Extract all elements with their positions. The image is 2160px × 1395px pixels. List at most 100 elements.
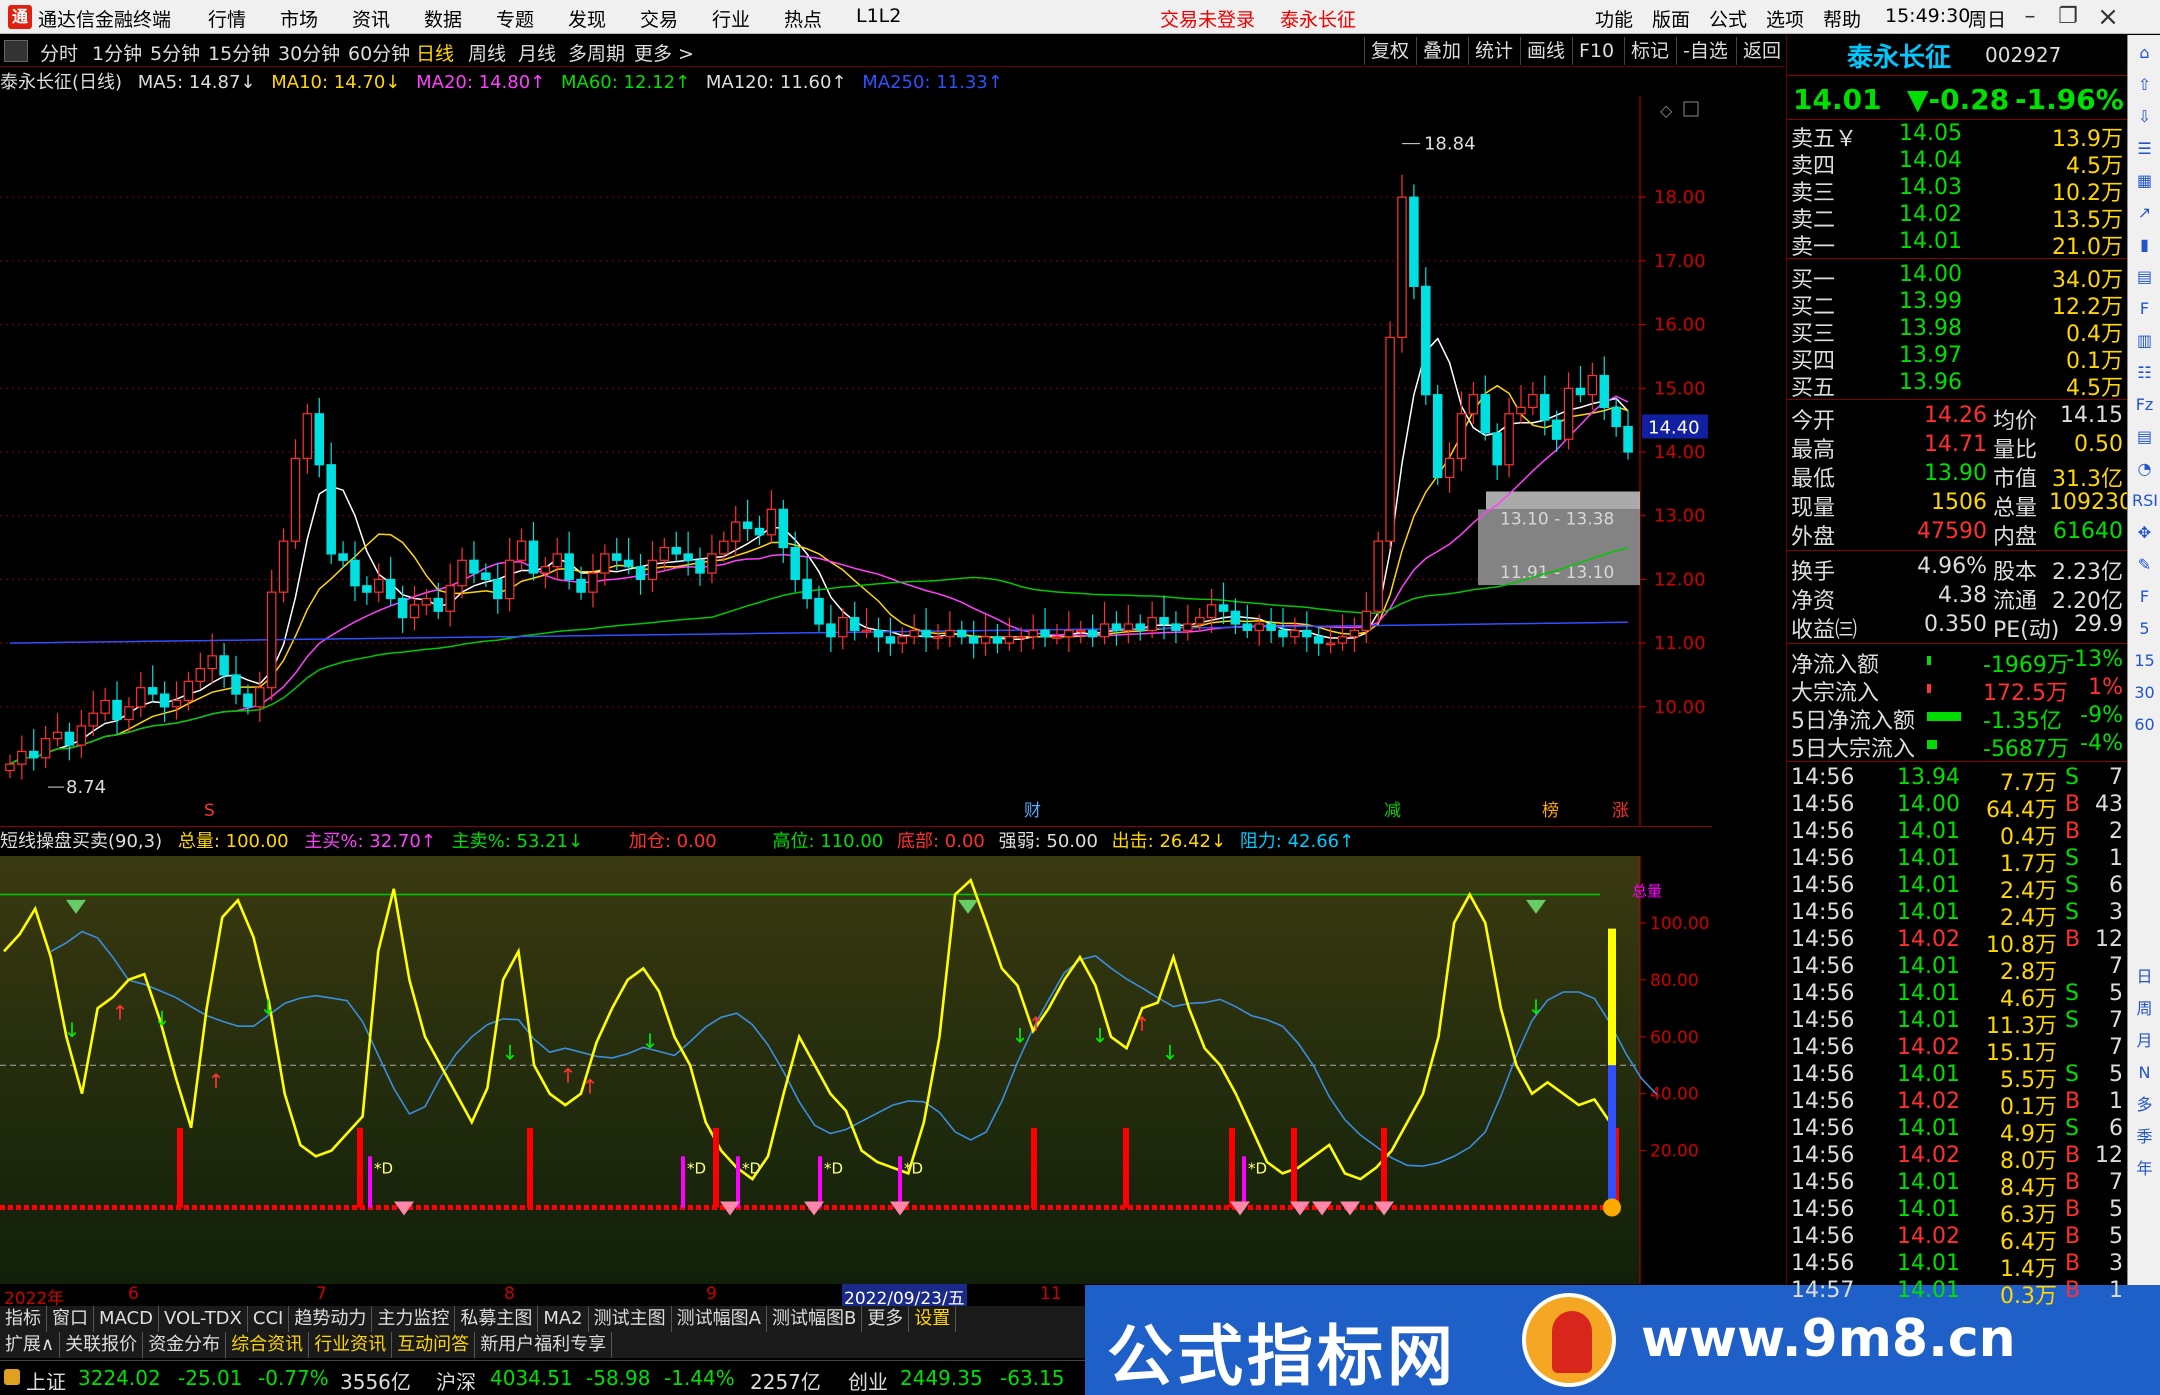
- tool-diejia[interactable]: 叠加: [1416, 37, 1467, 65]
- tab-zhibiao[interactable]: 指标: [0, 1306, 47, 1332]
- period-fenshi[interactable]: 分时: [40, 39, 78, 66]
- period-shortcut[interactable]: 季: [2132, 1125, 2157, 1149]
- menu-item-hangqing[interactable]: 行情: [208, 5, 246, 32]
- period-5min[interactable]: 5分钟: [150, 39, 200, 66]
- grid-icon[interactable]: ▤: [2132, 265, 2157, 289]
- num-30-icon[interactable]: 30: [2132, 681, 2157, 705]
- pen-icon[interactable]: ✎: [2132, 553, 2157, 577]
- indicator-chart[interactable]: 100.00 80.00 60.00 40.00 20.00 总量 *D *D *D *D *D *D…: [0, 856, 1712, 1284]
- menu-item-gongneng[interactable]: 功能: [1595, 5, 1633, 32]
- menu-item-redian[interactable]: 热点: [784, 5, 822, 32]
- period-1min[interactable]: 1分钟: [92, 39, 142, 66]
- menu-item-faxian[interactable]: 发现: [568, 5, 606, 32]
- tab-ma2[interactable]: MA2: [538, 1306, 589, 1332]
- menu-item-bangzhu[interactable]: 帮助: [1823, 5, 1861, 32]
- num-5-icon[interactable]: 5: [2132, 617, 2157, 641]
- layout-icon[interactable]: ▥: [2132, 329, 2157, 353]
- period-shortcut[interactable]: 月: [2132, 1029, 2157, 1053]
- tab-xinyonghu[interactable]: 新用户福利专享: [475, 1332, 613, 1358]
- period-shortcut[interactable]: 周: [2132, 997, 2157, 1021]
- pie-icon[interactable]: ◔: [2132, 457, 2157, 481]
- tab-zijin[interactable]: 资金分布: [143, 1332, 227, 1358]
- tab-ceshi-main[interactable]: 测试主图: [589, 1306, 672, 1332]
- menu-item-banmian[interactable]: 版面: [1652, 5, 1690, 32]
- menu-item-zixun[interactable]: 资讯: [352, 5, 390, 32]
- list-icon[interactable]: ☰: [2132, 137, 2157, 161]
- candlestick-chart[interactable]: 18.00 17.00 16.00 15.00 14.00 13.00 12.00 11.00…: [0, 96, 1712, 826]
- menu-item-jiaoyi[interactable]: 交易: [640, 5, 678, 32]
- period-15min[interactable]: 15分钟: [208, 39, 270, 66]
- tool-biaoji[interactable]: 标记: [1624, 37, 1675, 65]
- tab-more[interactable]: 更多: [862, 1306, 910, 1332]
- tool-huaxian[interactable]: 画线: [1520, 37, 1571, 65]
- period-shortcut[interactable]: 年: [2132, 1157, 2157, 1181]
- tool-fanhui[interactable]: 返回: [1736, 37, 1787, 65]
- tab-cci[interactable]: CCI: [248, 1306, 290, 1332]
- tool-zixuan[interactable]: -自选: [1676, 37, 1734, 65]
- menu-item-l1l2[interactable]: L1L2: [856, 5, 901, 27]
- up-arrow-icon[interactable]: ⌂: [2132, 41, 2157, 65]
- num-60-icon[interactable]: 60: [2132, 713, 2157, 737]
- period-daily[interactable]: 日线: [416, 39, 454, 66]
- menu-item-xuanxiang[interactable]: 选项: [1766, 5, 1804, 32]
- menu-item-hangye[interactable]: 行业: [712, 5, 750, 32]
- num-15-icon[interactable]: 15: [2132, 649, 2157, 673]
- tab-guanlian[interactable]: 关联报价: [60, 1332, 144, 1358]
- close-icon[interactable]: ×: [2090, 2, 2126, 32]
- f-icon[interactable]: F: [2132, 585, 2157, 609]
- gauge-knob[interactable]: [1603, 1198, 1621, 1217]
- rsi-icon[interactable]: RSI: [2132, 489, 2158, 513]
- candle-body: [457, 559, 467, 587]
- up-outline-icon[interactable]: ⇧: [2132, 73, 2157, 97]
- tab-kuozhan[interactable]: 扩展∧: [0, 1332, 61, 1358]
- menu-item-shichang[interactable]: 市场: [280, 5, 318, 32]
- tab-vol-tdx[interactable]: VOL-TDX: [159, 1306, 248, 1332]
- tab-simu[interactable]: 私募主图: [455, 1306, 539, 1332]
- sz-name[interactable]: 沪深: [436, 1366, 476, 1395]
- down-outline-icon[interactable]: ⇩: [2132, 105, 2157, 129]
- doc-icon[interactable]: ☷: [2132, 361, 2157, 385]
- move-icon[interactable]: ✥: [2132, 521, 2157, 545]
- period-monthly[interactable]: 月线: [518, 39, 556, 66]
- menu-item-shuju[interactable]: 数据: [424, 5, 462, 32]
- tool-f10[interactable]: F10: [1572, 37, 1620, 65]
- period-shortcut[interactable]: N: [2132, 1061, 2157, 1085]
- tab-hangye[interactable]: 行业资讯: [309, 1332, 393, 1358]
- indicator-title[interactable]: 短线操盘买卖(90,3): [0, 831, 162, 852]
- chart-icon[interactable]: ▤: [2132, 425, 2157, 449]
- tab-zonghe[interactable]: 综合资讯: [226, 1332, 310, 1358]
- period-weekly[interactable]: 周线: [468, 39, 506, 66]
- login-status[interactable]: 交易未登录: [1160, 5, 1255, 32]
- tab-ceshi-a[interactable]: 测试幅图A: [672, 1306, 767, 1332]
- candle-icon[interactable]: ▮: [2132, 233, 2157, 257]
- tab-zhuli[interactable]: 主力监控: [372, 1306, 456, 1332]
- index-icon[interactable]: [4, 1369, 20, 1385]
- tick-row: 14:57 14.01 0.3万 B 1: [1787, 1278, 2127, 1309]
- period-shortcut[interactable]: 多: [2132, 1093, 2157, 1117]
- minimize-icon[interactable]: –: [2012, 2, 2048, 32]
- tab-qushi[interactable]: 趋势动力: [289, 1306, 373, 1332]
- chart-line-icon[interactable]: ↗: [2132, 201, 2157, 225]
- f10-icon[interactable]: F: [2132, 297, 2157, 321]
- table-icon[interactable]: ▦: [2132, 169, 2157, 193]
- tab-chuangkou[interactable]: 窗口: [47, 1306, 94, 1332]
- expand-icon[interactable]: [1683, 101, 1699, 117]
- period-30min[interactable]: 30分钟: [278, 39, 340, 66]
- tool-fuquan[interactable]: 复权: [1364, 37, 1415, 65]
- sh-name[interactable]: 上证: [26, 1366, 66, 1395]
- fz-icon[interactable]: Fz: [2132, 393, 2157, 417]
- tab-macd[interactable]: MACD: [94, 1306, 159, 1332]
- period-more[interactable]: 更多 >: [634, 39, 694, 66]
- menu-item-zhuanti[interactable]: 专题: [496, 5, 534, 32]
- tab-ceshi-b[interactable]: 测试幅图B: [767, 1306, 863, 1332]
- restore-icon[interactable]: ❐: [2050, 2, 2086, 32]
- period-multi[interactable]: 多周期: [568, 39, 625, 66]
- period-shortcut[interactable]: 日: [2132, 965, 2157, 989]
- sidebar-toggle-icon[interactable]: [4, 40, 28, 62]
- period-60min[interactable]: 60分钟: [348, 39, 410, 66]
- menu-item-gongshi[interactable]: 公式: [1709, 5, 1747, 32]
- tab-hudong[interactable]: 互动问答: [392, 1332, 476, 1358]
- tab-settings[interactable]: 设置: [909, 1306, 957, 1332]
- cy-name[interactable]: 创业: [848, 1366, 888, 1395]
- tool-tongji[interactable]: 统计: [1468, 37, 1519, 65]
